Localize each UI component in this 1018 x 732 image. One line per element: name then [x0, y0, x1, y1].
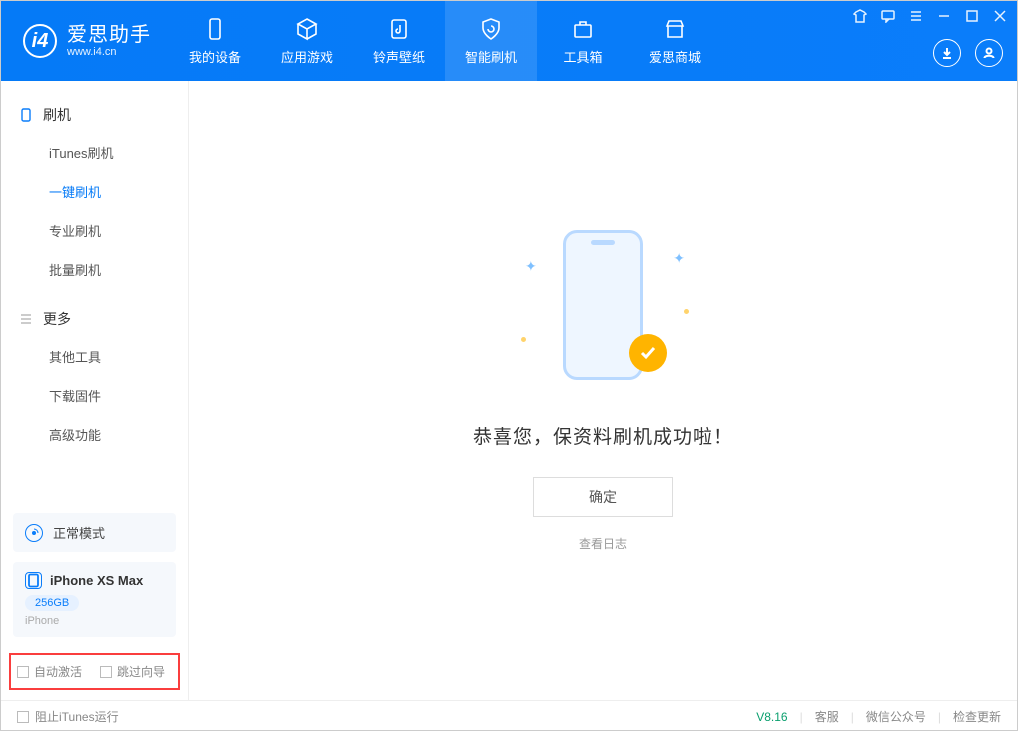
- footer-link-wechat[interactable]: 微信公众号: [866, 708, 926, 725]
- logo-icon: i4: [23, 24, 57, 58]
- tab-ringtone-wallpaper[interactable]: 铃声壁纸: [353, 1, 445, 81]
- tab-my-device[interactable]: 我的设备: [169, 1, 261, 81]
- mode-icon: [25, 524, 43, 542]
- tab-label: 爱思商城: [649, 47, 701, 66]
- main-panel: ✦ ✦ 恭喜您，保资料刷机成功啦！ 确定 查看日志: [189, 81, 1017, 700]
- menu-icon[interactable]: [909, 9, 923, 23]
- sidebar-item-download-firmware[interactable]: 下载固件: [1, 376, 188, 415]
- sidebar-item-other-tools[interactable]: 其他工具: [1, 337, 188, 376]
- success-illustration: ✦ ✦: [543, 230, 663, 390]
- logo: i4 爱思助手 www.i4.cn: [1, 1, 169, 81]
- shop-icon: [662, 16, 688, 42]
- list-icon: [19, 312, 33, 326]
- view-log-link[interactable]: 查看日志: [579, 535, 627, 552]
- tab-toolbox[interactable]: 工具箱: [537, 1, 629, 81]
- ok-button[interactable]: 确定: [533, 477, 673, 517]
- sidebar: 刷机 iTunes刷机 一键刷机 专业刷机 批量刷机 更多 其他工具 下载固件 …: [1, 81, 189, 700]
- section-label: 更多: [43, 309, 71, 329]
- tab-label: 铃声壁纸: [373, 47, 425, 66]
- sparkle-icon: ✦: [673, 250, 685, 267]
- checkbox-block-itunes[interactable]: 阻止iTunes运行: [17, 708, 119, 725]
- checkbox-skip-guide[interactable]: 跳过向导: [100, 663, 165, 680]
- feedback-icon[interactable]: [881, 9, 895, 23]
- tab-label: 应用游戏: [281, 47, 333, 66]
- device-type: iPhone: [25, 615, 164, 627]
- footer-link-support[interactable]: 客服: [815, 708, 839, 725]
- download-button[interactable]: [933, 39, 961, 67]
- app-name: 爱思助手: [67, 24, 151, 46]
- mode-label: 正常模式: [53, 523, 105, 542]
- sidebar-section-more: 更多: [1, 301, 188, 337]
- sparkle-icon: ✦: [525, 258, 537, 275]
- footer: 阻止iTunes运行 V8.16 | 客服 | 微信公众号 | 检查更新: [1, 700, 1017, 732]
- checkbox-label: 自动激活: [34, 663, 82, 680]
- dot-icon: [684, 309, 689, 314]
- checkbox-label: 阻止iTunes运行: [35, 708, 119, 725]
- mode-card[interactable]: 正常模式: [13, 513, 176, 552]
- phone-outline-icon: [25, 572, 42, 589]
- footer-link-update[interactable]: 检查更新: [953, 708, 1001, 725]
- sidebar-item-pro-flash[interactable]: 专业刷机: [1, 211, 188, 250]
- sidebar-section-flash: 刷机: [1, 97, 188, 133]
- cube-icon: [294, 16, 320, 42]
- app-header: i4 爱思助手 www.i4.cn 我的设备 应用游戏 铃声壁纸 智能刷机 工具…: [1, 1, 1017, 81]
- check-badge-icon: [629, 334, 667, 372]
- success-message: 恭喜您，保资料刷机成功啦！: [473, 422, 733, 449]
- device-name: iPhone XS Max: [50, 573, 143, 588]
- sidebar-item-itunes-flash[interactable]: iTunes刷机: [1, 133, 188, 172]
- music-note-icon: [386, 16, 412, 42]
- version-label: V8.16: [756, 710, 787, 724]
- shield-refresh-icon: [478, 16, 504, 42]
- tab-smart-flash[interactable]: 智能刷机: [445, 1, 537, 81]
- tab-store[interactable]: 爱思商城: [629, 1, 721, 81]
- checkbox-icon: [100, 666, 112, 678]
- checkbox-label: 跳过向导: [117, 663, 165, 680]
- sidebar-item-batch-flash[interactable]: 批量刷机: [1, 250, 188, 289]
- user-button[interactable]: [975, 39, 1003, 67]
- device-icon: [19, 108, 33, 122]
- tab-label: 智能刷机: [465, 47, 517, 66]
- checkbox-icon: [17, 666, 29, 678]
- tab-apps-games[interactable]: 应用游戏: [261, 1, 353, 81]
- header-right-icons: [933, 39, 1003, 67]
- tab-label: 工具箱: [563, 47, 602, 66]
- checkbox-icon: [17, 711, 29, 723]
- nav-tabs: 我的设备 应用游戏 铃声壁纸 智能刷机 工具箱 爱思商城: [169, 1, 721, 81]
- sidebar-item-advanced[interactable]: 高级功能: [1, 415, 188, 454]
- sidebar-item-oneclick-flash[interactable]: 一键刷机: [1, 172, 188, 211]
- device-card[interactable]: iPhone XS Max 256GB iPhone: [13, 562, 176, 637]
- dot-icon: [521, 337, 526, 342]
- options-row: 自动激活 跳过向导: [9, 653, 180, 690]
- maximize-button[interactable]: [965, 9, 979, 23]
- phone-icon: [202, 16, 228, 42]
- app-url: www.i4.cn: [67, 46, 151, 58]
- checkbox-auto-activate[interactable]: 自动激活: [17, 663, 82, 680]
- close-button[interactable]: [993, 9, 1007, 23]
- section-label: 刷机: [43, 105, 71, 125]
- shirt-icon[interactable]: [853, 9, 867, 23]
- minimize-button[interactable]: [937, 9, 951, 23]
- tab-label: 我的设备: [189, 47, 241, 66]
- briefcase-icon: [570, 16, 596, 42]
- window-controls: [853, 9, 1007, 23]
- device-capacity: 256GB: [25, 595, 79, 611]
